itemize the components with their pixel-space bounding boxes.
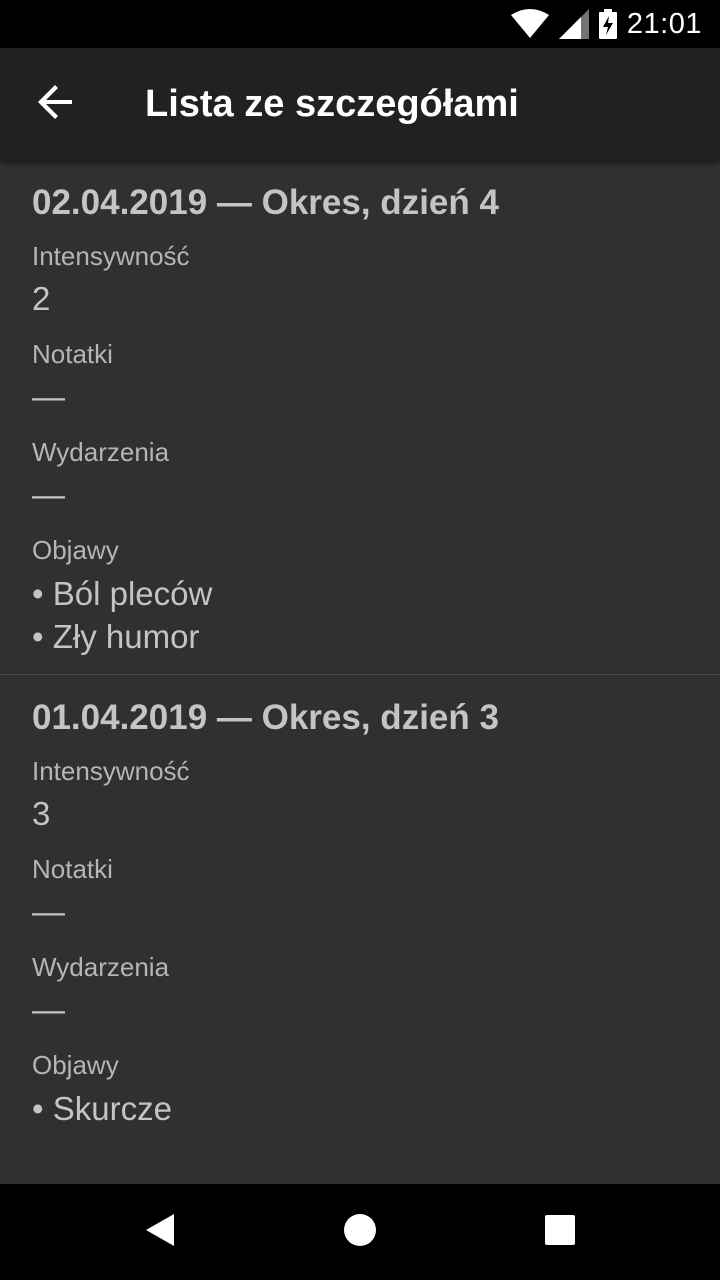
recents-square-icon	[545, 1214, 575, 1250]
app-bar: Lista ze szczegółami	[0, 48, 720, 160]
notes-field: Notatki —	[32, 338, 688, 418]
events-field: Wydarzenia —	[32, 436, 688, 516]
back-button[interactable]	[0, 48, 112, 160]
field-value: —	[32, 991, 65, 1028]
page-title: Lista ze szczegółami	[145, 82, 519, 125]
intensity-field: Intensywność 3	[32, 755, 688, 835]
symptom-item: • Skurcze	[32, 1090, 172, 1127]
navigation-bar	[0, 1184, 720, 1280]
field-label: Intensywność	[32, 756, 190, 786]
field-label: Wydarzenia	[32, 952, 170, 982]
field-label: Wydarzenia	[32, 437, 170, 467]
intensity-field: Intensywność 2	[32, 240, 688, 320]
nav-recents-button[interactable]	[512, 1184, 608, 1280]
details-list[interactable]: 02.04.2019 — Okres, dzień 4 Intensywność…	[0, 160, 720, 1184]
nav-home-button[interactable]	[312, 1184, 408, 1280]
list-item: 01.04.2019 — Okres, dzień 3 Intensywność…	[0, 675, 720, 1146]
field-value: —	[32, 476, 65, 513]
symptom-item: • Ból pleców	[32, 575, 213, 612]
notes-field: Notatki —	[32, 853, 688, 933]
events-field: Wydarzenia —	[32, 951, 688, 1031]
field-label: Objawy	[32, 535, 119, 565]
home-circle-icon	[343, 1213, 377, 1252]
field-label: Objawy	[32, 1050, 119, 1080]
battery-charging-icon	[598, 9, 617, 39]
entry-title: 02.04.2019 — Okres, dzień 4	[32, 183, 499, 222]
symptoms-field: Objawy • Ból pleców • Zły humor	[32, 534, 688, 658]
field-value: —	[32, 893, 65, 930]
field-value: 3	[32, 795, 51, 832]
field-value: —	[32, 378, 65, 415]
wifi-icon	[510, 9, 549, 39]
entry-title: 01.04.2019 — Okres, dzień 3	[32, 698, 499, 737]
arrow-back-icon	[38, 84, 74, 125]
field-label: Notatki	[32, 854, 113, 884]
list-item: 02.04.2019 — Okres, dzień 4 Intensywność…	[0, 160, 720, 675]
status-time: 21:01	[626, 7, 702, 40]
signal-icon	[558, 9, 589, 39]
status-bar: 21:01	[0, 0, 720, 48]
field-value: 2	[32, 280, 51, 317]
symptom-item: • Zły humor	[32, 618, 200, 655]
symptoms-field: Objawy • Skurcze	[32, 1049, 688, 1130]
field-label: Notatki	[32, 339, 113, 369]
field-label: Intensywność	[32, 241, 190, 271]
nav-back-button[interactable]	[112, 1184, 208, 1280]
back-triangle-icon	[144, 1213, 176, 1252]
